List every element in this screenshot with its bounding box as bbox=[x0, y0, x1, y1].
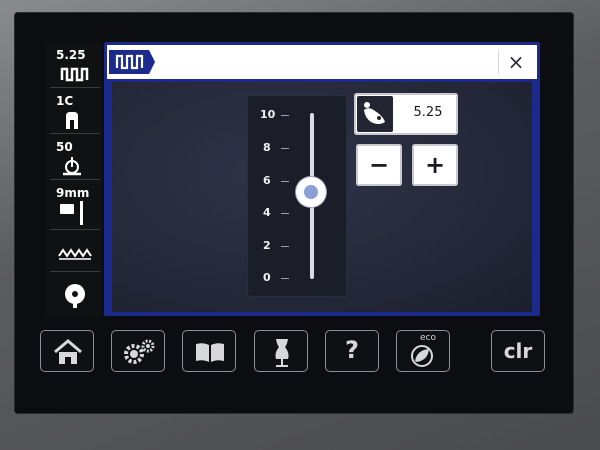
presser-foot-icon bbox=[66, 112, 78, 129]
sidebar-item-thread-tension[interactable]: 50 bbox=[50, 136, 100, 180]
sidebar-item-value: 1C bbox=[56, 94, 74, 108]
home-icon bbox=[54, 339, 82, 364]
slider-tick-label: 4 bbox=[263, 206, 271, 219]
clear-label: clr bbox=[503, 339, 533, 363]
sidebar-item-bobbin[interactable] bbox=[50, 274, 100, 316]
sidebar-item-value: 9mm bbox=[56, 186, 90, 200]
tutorial-button[interactable] bbox=[254, 330, 308, 372]
guide-button[interactable] bbox=[182, 330, 236, 372]
slider-tick-label: 8 bbox=[263, 141, 271, 154]
home-button[interactable] bbox=[40, 330, 94, 372]
dress-form-icon bbox=[275, 339, 289, 367]
decrease-button[interactable]: − bbox=[356, 144, 402, 186]
slider-tick-dash bbox=[281, 148, 289, 149]
slider-tick-dash bbox=[281, 115, 289, 116]
stitch-width-icon bbox=[60, 67, 89, 82]
sidebar-item-value: 5.25 bbox=[56, 48, 86, 62]
stitch-width-adjust-icon bbox=[357, 96, 393, 132]
feed-dog-icon bbox=[58, 248, 92, 260]
slider-tick-label: 2 bbox=[263, 239, 271, 252]
dialog-titlebar bbox=[107, 45, 537, 79]
slider-tick-label: 10 bbox=[260, 108, 276, 121]
sidebar-item-feed-dog[interactable] bbox=[50, 232, 100, 272]
clear-button[interactable]: clr bbox=[491, 330, 545, 372]
sidebar-item-presser-foot[interactable]: 1C bbox=[50, 90, 100, 134]
stitch-width-value: 5.25 bbox=[413, 105, 443, 120]
slider-handle-center bbox=[304, 185, 318, 200]
slider-tick-dash bbox=[281, 181, 289, 182]
stitch-width-value-field[interactable]: 5.25 bbox=[354, 93, 458, 135]
eco-button[interactable]: eco bbox=[396, 330, 450, 372]
sidebar-item-value: 50 bbox=[56, 140, 73, 154]
help-button[interactable]: ? bbox=[325, 330, 379, 372]
slider-tick-dash bbox=[281, 246, 289, 247]
help-icon: ? bbox=[345, 336, 359, 364]
needle-plate-icon bbox=[60, 201, 83, 225]
slider-tick-label: 0 bbox=[263, 271, 271, 284]
slider-tick-label: 6 bbox=[263, 174, 271, 187]
bobbin-icon bbox=[65, 284, 85, 308]
book-icon bbox=[196, 343, 224, 362]
slider-tick-dash bbox=[281, 213, 289, 214]
slider-tick-dash bbox=[281, 278, 289, 279]
settings-icon bbox=[124, 339, 155, 364]
close-button[interactable]: × bbox=[498, 50, 533, 74]
sidebar: 5.25 1C 50 9mm bbox=[46, 42, 102, 318]
settings-button[interactable] bbox=[111, 330, 165, 372]
leaf-icon bbox=[411, 345, 433, 367]
sidebar-item-needle-plate[interactable]: 9mm bbox=[50, 182, 100, 230]
stitch-width-icon bbox=[109, 50, 155, 74]
thread-tension-icon bbox=[63, 157, 81, 176]
sidebar-item-stitch-width[interactable]: 5.25 bbox=[50, 44, 100, 88]
increase-button[interactable]: + bbox=[412, 144, 458, 186]
